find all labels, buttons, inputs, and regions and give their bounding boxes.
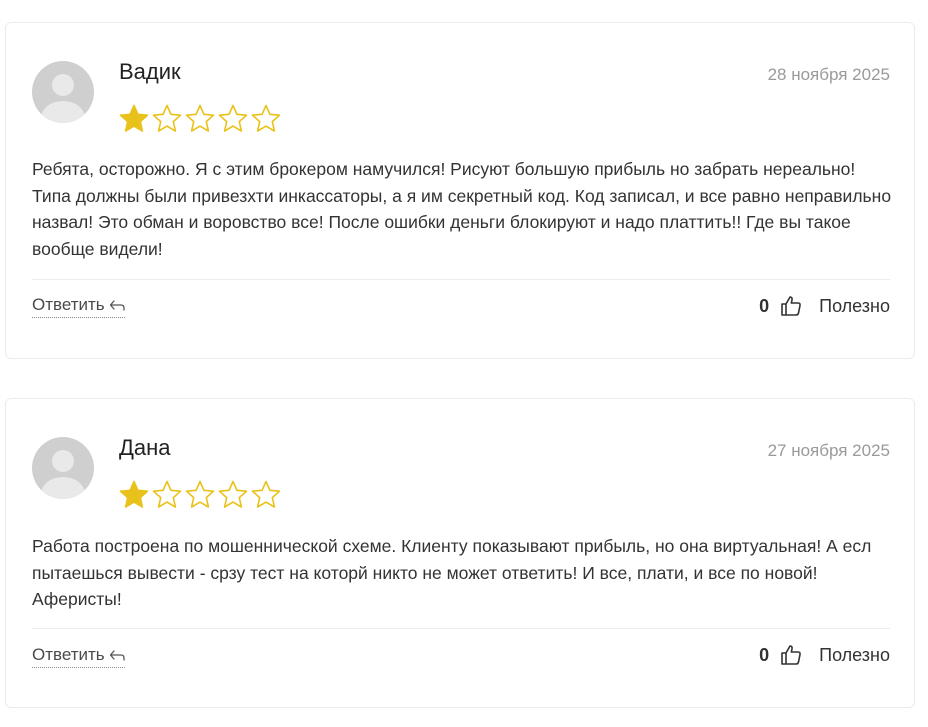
star-empty-icon bbox=[218, 480, 248, 508]
star-filled-icon bbox=[119, 104, 149, 132]
thumbs-up-icon[interactable] bbox=[779, 643, 803, 667]
star-filled-icon bbox=[119, 480, 149, 508]
helpful-block: 0 Полезно bbox=[759, 294, 890, 318]
reply-arrow-icon bbox=[109, 300, 125, 311]
review-text: Работа построена по мошеннической схеме.… bbox=[32, 536, 872, 609]
reply-label: Ответить bbox=[32, 645, 105, 664]
review-date: 28 ноября 2025 bbox=[767, 65, 890, 84]
helpful-button[interactable]: Полезно bbox=[819, 645, 890, 666]
divider bbox=[32, 628, 890, 629]
star-empty-icon bbox=[218, 104, 248, 132]
avatar-body bbox=[41, 477, 85, 499]
review-date: 27 ноября 2025 bbox=[767, 441, 890, 460]
star-empty-icon bbox=[185, 480, 215, 508]
helpful-button[interactable]: Полезно bbox=[819, 296, 890, 317]
star-empty-icon bbox=[251, 480, 281, 508]
review-text: Ребята, осторожно. Я с этим брокером нам… bbox=[32, 159, 892, 259]
review-author: Вадик bbox=[119, 59, 181, 84]
star-empty-icon bbox=[152, 104, 182, 132]
thumbs-up-icon[interactable] bbox=[779, 294, 803, 318]
star-empty-icon bbox=[185, 104, 215, 132]
review-card: Дана 27 ноября 2025 Работа построена по … bbox=[5, 398, 915, 708]
helpful-block: 0 Полезно bbox=[759, 643, 890, 667]
review-author: Дана bbox=[119, 435, 171, 460]
reply-arrow-icon bbox=[109, 650, 125, 661]
star-rating bbox=[118, 479, 282, 511]
divider bbox=[32, 279, 890, 280]
reviews-list: Вадик 28 ноября 2025 Ребята, осторожно. … bbox=[0, 0, 928, 727]
avatar bbox=[32, 437, 94, 499]
star-rating bbox=[118, 103, 282, 135]
helpful-count: 0 bbox=[759, 295, 770, 316]
helpful-count: 0 bbox=[759, 644, 770, 665]
star-empty-icon bbox=[152, 480, 182, 508]
avatar-body bbox=[41, 101, 85, 123]
star-empty-icon bbox=[251, 104, 281, 132]
avatar-head bbox=[52, 74, 74, 96]
reply-link[interactable]: Ответить bbox=[32, 295, 125, 318]
reply-label: Ответить bbox=[32, 295, 105, 314]
avatar-head bbox=[52, 450, 74, 472]
avatar bbox=[32, 61, 94, 123]
review-card: Вадик 28 ноября 2025 Ребята, осторожно. … bbox=[5, 22, 915, 359]
reply-link[interactable]: Ответить bbox=[32, 645, 125, 668]
